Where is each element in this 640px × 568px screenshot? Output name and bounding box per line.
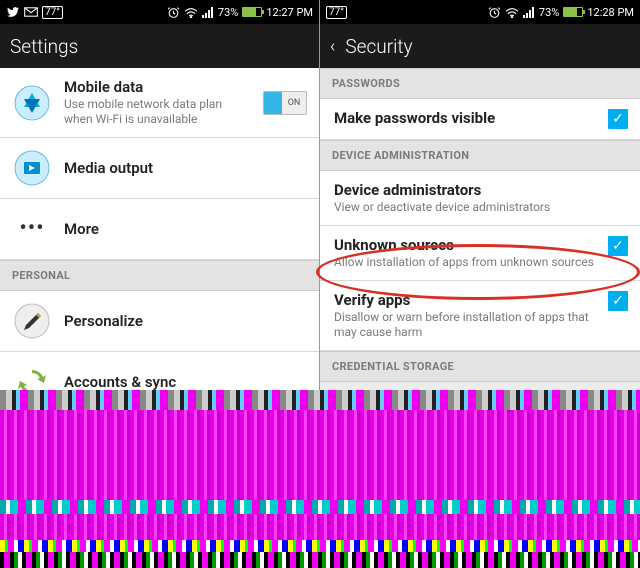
temperature-indicator: 77° <box>326 6 347 19</box>
security-screen: 77° 73% 12:28 PM ‹ Security PASSWORDS Ma… <box>320 0 640 390</box>
item-title: Accounts & sync <box>64 373 307 390</box>
mail-icon <box>24 7 38 17</box>
checkbox-checked-icon[interactable]: ✓ <box>608 291 628 311</box>
item-subtitle: Allow installation of apps from unknown … <box>334 255 598 270</box>
settings-item-accounts-sync[interactable]: Accounts & sync <box>0 352 319 390</box>
section-header-device-admin: DEVICE ADMINISTRATION <box>320 140 640 171</box>
item-title: More <box>64 220 307 238</box>
status-bar: 77° 73% 12:28 PM <box>320 0 640 24</box>
wifi-icon <box>505 7 519 18</box>
battery-percent: 73% <box>539 6 559 19</box>
item-title: Media output <box>64 159 307 177</box>
alarm-icon <box>167 6 180 19</box>
item-subtitle: Disallow or warn before installation of … <box>334 310 598 340</box>
item-title: Device administrators <box>334 181 628 199</box>
personalize-icon <box>12 301 52 341</box>
more-icon: ••• <box>12 209 52 249</box>
item-subtitle: Use mobile network data plan when Wi-Fi … <box>64 97 251 127</box>
item-title: Make passwords visible <box>334 109 598 127</box>
security-item-unknown-sources[interactable]: Unknown sources Allow installation of ap… <box>320 226 640 281</box>
media-output-icon <box>12 148 52 188</box>
security-item-verify-apps[interactable]: Verify apps Disallow or warn before inst… <box>320 281 640 351</box>
back-icon[interactable]: ‹ <box>330 36 335 57</box>
battery-percent: 73% <box>218 6 238 19</box>
item-title: Personalize <box>64 312 307 330</box>
settings-item-more[interactable]: ••• More <box>0 199 319 260</box>
checkbox-checked-icon[interactable]: ✓ <box>608 109 628 129</box>
settings-item-personalize[interactable]: Personalize <box>0 291 319 352</box>
item-title: Mobile data <box>64 78 251 96</box>
title-bar: Settings <box>0 24 319 68</box>
status-bar: 77° 73% 12:27 PM <box>0 0 319 24</box>
page-title: Security <box>345 35 412 58</box>
settings-item-mobile-data[interactable]: Mobile data Use mobile network data plan… <box>0 68 319 138</box>
checkbox-checked-icon[interactable]: ✓ <box>608 236 628 256</box>
twitter-icon <box>6 6 20 18</box>
item-title: Unknown sources <box>334 236 598 254</box>
alarm-icon <box>488 6 501 19</box>
item-subtitle: View or deactivate device administrators <box>334 200 628 215</box>
signal-icon <box>523 7 535 18</box>
page-title: Settings <box>10 35 78 58</box>
item-title: Verify apps <box>334 291 598 309</box>
security-item-device-administrators[interactable]: Device administrators View or deactivate… <box>320 171 640 226</box>
section-header-credential-storage: CREDENTIAL STORAGE <box>320 351 640 382</box>
battery-icon <box>242 7 262 17</box>
section-header-personal: PERSONAL <box>0 260 319 291</box>
mobile-data-icon <box>12 83 52 123</box>
clock-time: 12:27 PM <box>266 6 313 19</box>
title-bar: ‹ Security <box>320 24 640 68</box>
settings-screen: 77° 73% 12:27 PM Settings Mobile data <box>0 0 320 390</box>
corrupted-region <box>0 390 640 568</box>
signal-icon <box>202 7 214 18</box>
temperature-indicator: 77° <box>42 6 63 19</box>
section-header-passwords: PASSWORDS <box>320 68 640 99</box>
battery-icon <box>563 7 583 17</box>
settings-item-media-output[interactable]: Media output <box>0 138 319 199</box>
security-item-make-passwords-visible[interactable]: Make passwords visible ✓ <box>320 99 640 140</box>
sync-icon <box>12 362 52 390</box>
clock-time: 12:28 PM <box>587 6 634 19</box>
mobile-data-toggle[interactable]: ON <box>263 91 307 115</box>
wifi-icon <box>184 7 198 18</box>
